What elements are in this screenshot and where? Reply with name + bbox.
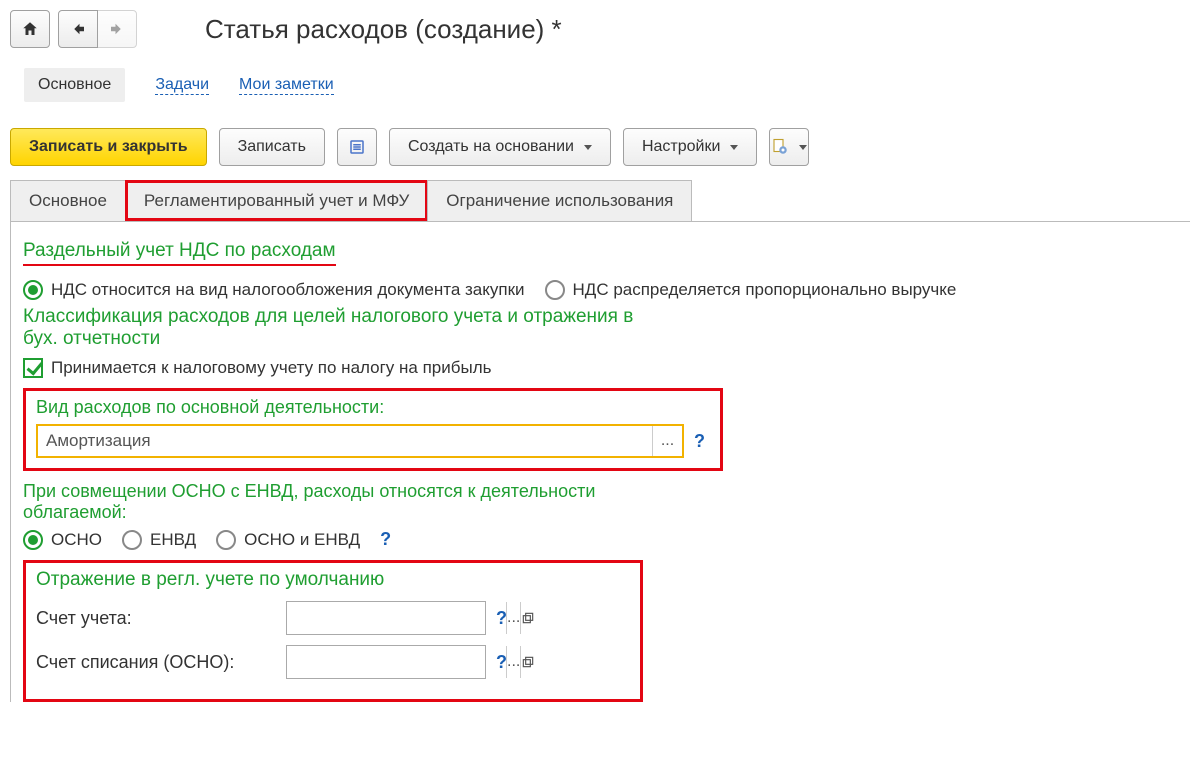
- save-button[interactable]: Записать: [219, 128, 325, 166]
- arrow-right-icon: [108, 20, 126, 38]
- form-tab-main[interactable]: Основное: [10, 180, 126, 221]
- select-expense-type[interactable]: ...: [36, 424, 684, 458]
- form-tabs: Основное Регламентированный учет и МФУ О…: [10, 180, 1190, 222]
- group-title-vat: Раздельный учет НДС по расходам: [23, 240, 336, 266]
- select-account[interactable]: ...: [286, 601, 486, 635]
- list-icon-button[interactable]: [337, 128, 377, 166]
- help-combo-mode[interactable]: ?: [380, 529, 391, 550]
- radio-vat-proportional[interactable]: НДС распределяется пропорционально выруч…: [545, 280, 957, 300]
- group-title-defaults: Отражение в регл. учете по умолчанию: [36, 569, 630, 591]
- radio-osno-envd[interactable]: ОСНО и ЕНВД: [216, 530, 360, 550]
- help-account[interactable]: ?: [496, 608, 507, 629]
- radio-dot-icon: [23, 280, 43, 300]
- radio-dot-icon: [216, 530, 236, 550]
- radio-osno-label: ОСНО: [51, 530, 102, 550]
- section-tabs: Основное Задачи Мои заметки: [10, 60, 1190, 110]
- settings-label: Настройки: [642, 138, 720, 156]
- report-gear-icon: [771, 138, 789, 156]
- picker-button[interactable]: ...: [652, 426, 682, 456]
- ellipsis-icon: ...: [507, 653, 520, 671]
- checkbox-tax-accept-label: Принимается к налоговому учету по налогу…: [51, 358, 491, 378]
- checkbox-tax-accept[interactable]: Принимается к налоговому учету по налогу…: [23, 358, 491, 378]
- select-writeoff-account[interactable]: ...: [286, 645, 486, 679]
- home-icon: [21, 20, 39, 38]
- group-title-tax-class: Классификация расходов для целей налогов…: [23, 306, 643, 350]
- label-account: Счет учета:: [36, 608, 276, 629]
- radio-vat-by-document-label: НДС относится на вид налогообложения док…: [51, 280, 525, 300]
- label-writeoff-account: Счет списания (ОСНО):: [36, 652, 276, 673]
- ellipsis-icon: ...: [661, 432, 674, 450]
- radio-osno-envd-label: ОСНО и ЕНВД: [244, 530, 360, 550]
- label-combo-mode: При совмещении ОСНО с ЕНВД, расходы отно…: [23, 481, 643, 523]
- section-link-notes[interactable]: Мои заметки: [239, 76, 334, 95]
- back-button[interactable]: [58, 10, 98, 48]
- section-tab-main[interactable]: Основное: [24, 68, 125, 102]
- forward-button: [97, 10, 137, 48]
- radio-vat-by-document[interactable]: НДС относится на вид налогообложения док…: [23, 280, 525, 300]
- chevron-down-icon: [799, 145, 807, 150]
- radio-envd[interactable]: ЕНВД: [122, 530, 196, 550]
- form-tab-reg-accounting[interactable]: Регламентированный учет и МФУ: [125, 180, 428, 221]
- open-external-icon: [521, 655, 535, 669]
- help-expense-type[interactable]: ?: [694, 431, 705, 452]
- save-label: Записать: [238, 138, 306, 156]
- open-button[interactable]: [520, 646, 535, 678]
- open-external-icon: [521, 611, 535, 625]
- page-title: Статья расходов (создание) *: [205, 14, 562, 45]
- create-based-on-button[interactable]: Создать на основании: [389, 128, 611, 166]
- radio-dot-icon: [23, 530, 43, 550]
- picker-button[interactable]: ...: [506, 646, 520, 678]
- help-writeoff-account[interactable]: ?: [496, 652, 507, 673]
- input-writeoff-account[interactable]: [287, 646, 506, 678]
- radio-dot-icon: [122, 530, 142, 550]
- list-icon: [348, 138, 366, 156]
- chevron-down-icon: [730, 145, 738, 150]
- report-icon-button[interactable]: [769, 128, 809, 166]
- arrow-left-icon: [69, 20, 87, 38]
- radio-dot-icon: [545, 280, 565, 300]
- label-expense-type: Вид расходов по основной деятельности:: [36, 397, 710, 418]
- checkbox-icon: [23, 358, 43, 378]
- save-and-close-label: Записать и закрыть: [29, 138, 188, 156]
- radio-envd-label: ЕНВД: [150, 530, 196, 550]
- form-tab-usage-restriction[interactable]: Ограничение использования: [427, 180, 692, 221]
- radio-osno[interactable]: ОСНО: [23, 530, 102, 550]
- chevron-down-icon: [584, 145, 592, 150]
- section-link-tasks[interactable]: Задачи: [155, 76, 209, 95]
- input-expense-type[interactable]: [38, 426, 652, 456]
- home-button[interactable]: [10, 10, 50, 48]
- settings-button[interactable]: Настройки: [623, 128, 757, 166]
- create-based-on-label: Создать на основании: [408, 138, 574, 156]
- open-button[interactable]: [520, 602, 535, 634]
- input-account[interactable]: [287, 602, 506, 634]
- ellipsis-icon: ...: [507, 609, 520, 627]
- radio-vat-proportional-label: НДС распределяется пропорционально выруч…: [573, 280, 957, 300]
- save-and-close-button[interactable]: Записать и закрыть: [10, 128, 207, 166]
- picker-button[interactable]: ...: [506, 602, 520, 634]
- toolbar: Записать и закрыть Записать Создать на о…: [10, 128, 1190, 166]
